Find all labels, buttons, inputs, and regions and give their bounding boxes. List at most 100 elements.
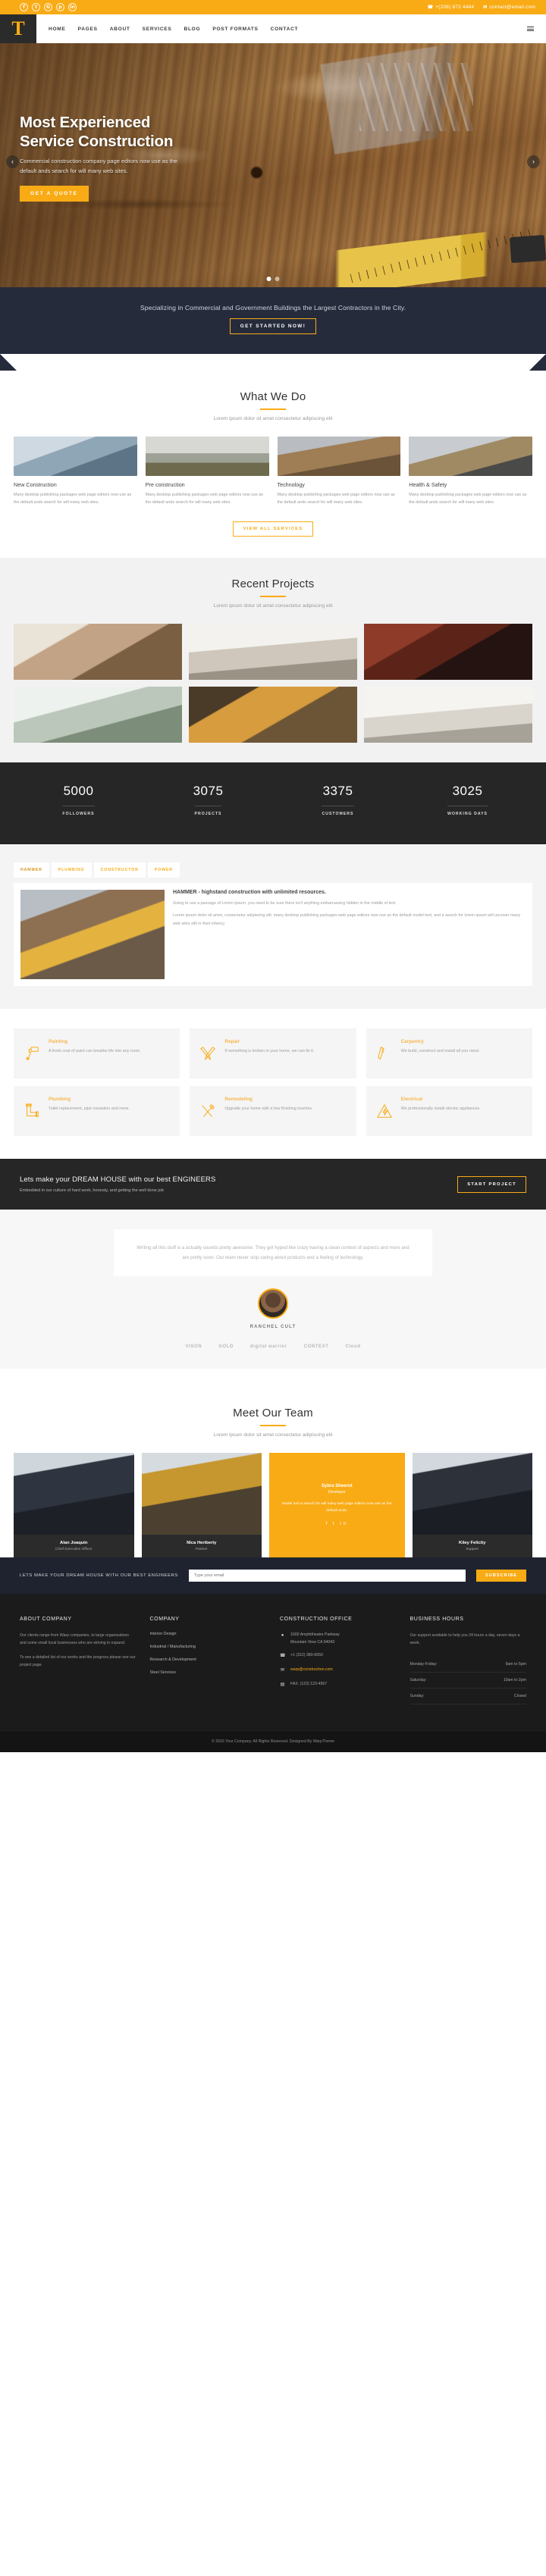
- get-started-now-button[interactable]: GET STARTED NOW!: [229, 318, 317, 334]
- team-member-name: Sybra Sheerot: [321, 1483, 353, 1488]
- team-member[interactable]: Nica Heriberty Partner: [141, 1453, 262, 1558]
- projects-grid: [0, 609, 546, 743]
- service-card[interactable]: Technology Many desktop publishing packa…: [277, 437, 401, 506]
- tab-paragraph-2: Lorem ipsum dolor sit amet, consectetur …: [173, 913, 521, 926]
- project-thumbnail[interactable]: [364, 687, 532, 743]
- project-thumbnail[interactable]: [364, 624, 532, 680]
- team-member[interactable]: Kiley Felicity Support: [412, 1453, 532, 1558]
- pliers-icon: [199, 1039, 217, 1068]
- footer-link-interior-design[interactable]: Interior Design: [150, 1632, 267, 1636]
- phone-item[interactable]: ☎ +(208) 872 4444: [428, 5, 475, 10]
- tab-power[interactable]: POWER: [147, 862, 180, 878]
- feature-card[interactable]: Painting A fresh coat of paint can breat…: [14, 1028, 180, 1078]
- project-thumbnail[interactable]: [14, 624, 182, 680]
- footer-fax-row: ▤ FAX. (123) 123-4567: [280, 1681, 397, 1689]
- get-a-quote-button[interactable]: GET A QUOTE: [20, 185, 89, 202]
- counter-item: 3375 CUSTOMERS: [273, 784, 403, 818]
- social-links: f t G p in: [20, 3, 77, 11]
- footer-about-column: ABOUT COMPANY Our clients range from War…: [20, 1617, 136, 1704]
- nav-item-pages[interactable]: PAGES: [78, 27, 98, 32]
- nav-item-services[interactable]: SERVICES: [143, 27, 172, 32]
- feature-card[interactable]: Electrical We professionally install ele…: [366, 1086, 532, 1136]
- counter-label: CUSTOMERS: [322, 806, 354, 816]
- counter-number: 3375: [322, 784, 353, 798]
- hero-subtitle: Commercial construction company page edi…: [20, 158, 177, 174]
- footer-company-column: COMPANY Interior Design Industrial / Man…: [150, 1617, 267, 1704]
- recent-projects-section: Recent Projects Lorem ipsum dolor sit am…: [0, 558, 546, 762]
- counter-label: FOLLOWERS: [62, 806, 95, 816]
- project-thumbnail[interactable]: [189, 687, 357, 743]
- footer-phone: +1 (312) 380-6650: [290, 1653, 323, 1658]
- client-logo: VISON: [185, 1344, 202, 1350]
- service-card[interactable]: New Construction Many desktop publishing…: [14, 437, 137, 506]
- project-thumbnail[interactable]: [14, 687, 182, 743]
- slider-next-arrow[interactable]: ›: [527, 155, 540, 168]
- feature-text-block: Carpentry We build, construct and instal…: [401, 1039, 480, 1068]
- footer-link-industrial[interactable]: Industrial / Manufacturing: [150, 1645, 267, 1649]
- footer-link-research[interactable]: Research & Development: [150, 1657, 267, 1662]
- features-section: Painting A fresh coat of paint can breat…: [0, 1009, 546, 1159]
- service-card[interactable]: Pre construction Many desktop publishing…: [145, 437, 269, 506]
- team-member-social-icons[interactable]: f t in: [277, 1522, 397, 1526]
- feature-card[interactable]: Remodeling Upgrade your home with a few …: [190, 1086, 356, 1136]
- service-card[interactable]: Health & Safety Many desktop publishing …: [409, 437, 532, 506]
- paint-roller-icon: [23, 1039, 41, 1068]
- linkedin-icon[interactable]: in: [68, 3, 77, 11]
- nav-item-post-formats[interactable]: POST FORMATS: [212, 27, 258, 32]
- google-plus-icon[interactable]: G: [44, 3, 52, 11]
- footer-email-link[interactable]: warp@construction.com: [290, 1667, 333, 1675]
- service-title: Health & Safety: [409, 481, 447, 488]
- hours-day: Sunday:: [410, 1693, 425, 1698]
- service-image: [14, 437, 137, 476]
- feature-card[interactable]: Plumbing Toilet replacement, pipe insula…: [14, 1086, 180, 1136]
- subscribe-email-input[interactable]: [188, 1570, 466, 1582]
- feature-text: If something is broken in your home, we …: [224, 1049, 315, 1053]
- feature-card[interactable]: Repair If something is broken in your ho…: [190, 1028, 356, 1078]
- title-underline-decor: [260, 1425, 286, 1427]
- footer-about-title: ABOUT COMPANY: [20, 1617, 72, 1623]
- team-member-highlighted[interactable]: Sybra Sheerot Developer Model and a sear…: [269, 1453, 405, 1558]
- hours-row: Saturday: 10am to 2pm: [410, 1673, 526, 1689]
- nav-item-home[interactable]: HOME: [49, 27, 66, 32]
- slider-dot-1[interactable]: [266, 277, 271, 281]
- tab-hammer[interactable]: HAMMER: [14, 862, 49, 878]
- tab-constructor[interactable]: CONSTRUCTOR: [93, 862, 146, 878]
- feature-card[interactable]: Carpentry We build, construct and instal…: [366, 1028, 532, 1078]
- team-member-role: Partner: [195, 1548, 208, 1552]
- facebook-icon[interactable]: f: [20, 3, 28, 11]
- footer-copyright: © 2016 Your Company. All Rights Reserved…: [0, 1729, 546, 1752]
- service-title: New Construction: [14, 481, 57, 488]
- nav-item-about[interactable]: ABOUT: [110, 27, 130, 32]
- electric-hazard-icon: [375, 1097, 394, 1125]
- subscribe-button[interactable]: SUBSCRIBE: [476, 1570, 526, 1582]
- slider-prev-arrow[interactable]: ‹: [6, 155, 19, 168]
- dream-house-cta: Lets make your DREAM HOUSE with our best…: [0, 1159, 546, 1210]
- start-project-button[interactable]: START PROJECT: [457, 1175, 526, 1193]
- site-footer: ABOUT COMPANY Our clients range from War…: [0, 1594, 546, 1730]
- feature-text: We professionally install electric appli…: [400, 1106, 481, 1111]
- pinterest-icon[interactable]: p: [56, 3, 64, 11]
- tab-plumbing[interactable]: PLUMBING: [51, 862, 92, 878]
- email-address: contact@email.com: [489, 5, 535, 10]
- email-item[interactable]: ✉ contact@email.com: [483, 5, 535, 10]
- nav-item-blog[interactable]: BLOG: [184, 27, 200, 32]
- team-grid: Alan Joaquin Chief Executive Officer Nic…: [0, 1438, 546, 1558]
- view-all-services-button[interactable]: VIEW ALL SERVICES: [232, 521, 314, 537]
- hamburger-menu-button[interactable]: [527, 14, 546, 43]
- main-navigation: T HOME PAGES ABOUT SERVICES BLOG POST FO…: [0, 14, 546, 43]
- client-logo: Cloud: [345, 1344, 361, 1350]
- hours-day: Saturday:: [410, 1677, 427, 1682]
- tab-paragraph-1: Going to use a passage of Lorem Ipsum, y…: [173, 901, 397, 906]
- team-member-name: Nica Heriberty: [187, 1541, 217, 1546]
- feature-text-block: Plumbing Toilet replacement, pipe insula…: [49, 1097, 130, 1125]
- site-logo[interactable]: T: [0, 14, 36, 43]
- twitter-icon[interactable]: t: [32, 3, 40, 11]
- slider-dot-2[interactable]: [275, 277, 280, 281]
- nav-item-contact[interactable]: CONTACT: [271, 27, 299, 32]
- team-member[interactable]: Alan Joaquin Chief Executive Officer: [14, 1453, 134, 1558]
- hero-title-line-2: Service Construction: [20, 133, 174, 150]
- subscribe-text: LETS MAKE YOUR DREAM HOUSE WITH OUR BEST…: [20, 1573, 178, 1579]
- tab-heading: HAMMER - highstand construction with unl…: [173, 890, 326, 895]
- project-thumbnail[interactable]: [189, 624, 357, 680]
- footer-link-steel-services[interactable]: Steel Services: [150, 1670, 267, 1675]
